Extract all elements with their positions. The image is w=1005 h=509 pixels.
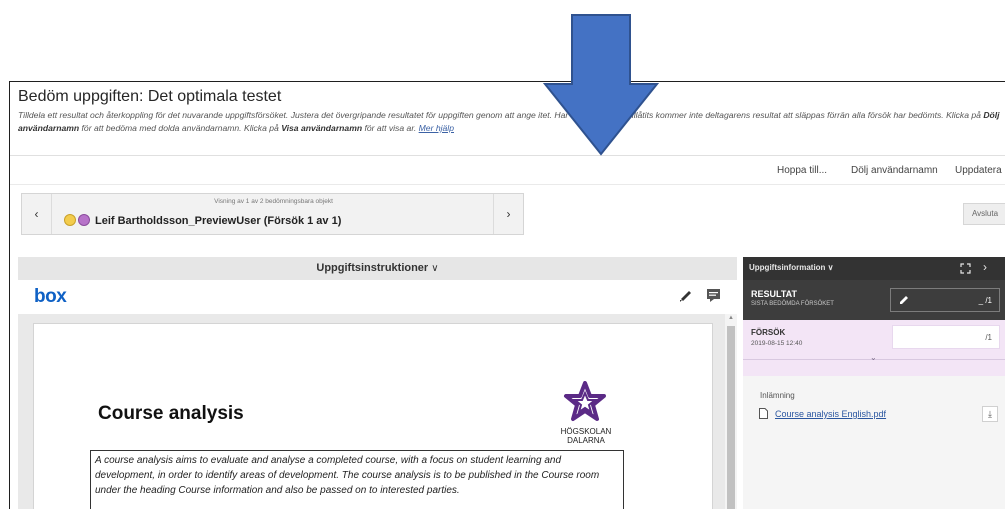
- hide-usernames-link[interactable]: Dölj användarnamn: [851, 165, 938, 176]
- submission-label: Inlämning: [760, 391, 795, 400]
- result-value: _ /1: [978, 296, 992, 305]
- hogskolan-dalarna-logo-icon: [564, 381, 606, 421]
- current-user: Leif Bartholdsson_PreviewUser (Försök 1 …: [64, 214, 341, 227]
- panel-header: Uppgiftsinformation ∨ ›: [743, 257, 1005, 280]
- user-attempt-label: Leif Bartholdsson_PreviewUser (Försök 1 …: [95, 215, 342, 227]
- document-canvas: Course analysis HÖGSKOLAN DALARNA A cour…: [18, 314, 737, 509]
- document-title: Course analysis: [98, 403, 244, 424]
- chevron-down-icon[interactable]: ⌄: [870, 353, 877, 362]
- pencil-icon[interactable]: [679, 289, 693, 303]
- result-section: RESULTAT SISTA BEDÖMDA FÖRSÖKET _ /1: [743, 280, 1005, 320]
- instructions-toggle[interactable]: Uppgiftsinstruktioner ∨: [18, 257, 737, 280]
- smiley-icon: [64, 214, 76, 226]
- attempt-label: FÖRSÖK: [751, 328, 786, 337]
- toolbar: Hoppa till... Dölj användarnamn Uppdater…: [10, 156, 1005, 184]
- chevron-down-icon: ∨: [431, 263, 439, 274]
- assignment-info-panel: Uppgiftsinformation ∨ › RESULTAT SISTA B…: [743, 257, 1005, 509]
- document-viewer: box Course analysis HÖGSKOLAN DALARNA A …: [18, 280, 737, 509]
- document-page: Course analysis HÖGSKOLAN DALARNA A cour…: [33, 323, 713, 509]
- page-description: Tilldela ett resultat och återkoppling f…: [18, 110, 1000, 133]
- result-sublabel: SISTA BEDÖMDA FÖRSÖKET: [751, 301, 834, 307]
- scroll-up-icon[interactable]: ▲: [728, 315, 734, 321]
- file-icon: [759, 408, 768, 419]
- finish-button[interactable]: Avsluta: [963, 203, 1005, 225]
- document-scrollbar[interactable]: ▲: [725, 314, 737, 509]
- down-arrow-annotation: [543, 14, 659, 156]
- user-avatar-icon: [78, 214, 90, 226]
- result-label: RESULTAT: [751, 289, 797, 299]
- scrollbar-thumb[interactable]: [727, 326, 735, 509]
- attempt-navigator: ‹ Visning av 1 av 2 bedömningsbara objek…: [21, 193, 524, 235]
- attempt-grade-input[interactable]: /1: [892, 325, 1000, 349]
- page-title: Bedöm uppgiften: Det optimala testet: [18, 88, 282, 105]
- divider: [10, 184, 1005, 185]
- attempt-date: 2019-08-15 12:40: [751, 340, 803, 347]
- update-link[interactable]: Uppdatera: [955, 165, 1002, 176]
- submission-file-link[interactable]: Course analysis English.pdf: [775, 409, 886, 419]
- next-attempt-button[interactable]: ›: [493, 194, 523, 234]
- comment-icon[interactable]: [706, 288, 721, 303]
- previous-attempt-button[interactable]: ‹: [22, 194, 52, 234]
- instructions-label: Uppgiftsinstruktioner: [316, 262, 429, 274]
- result-field[interactable]: _ /1: [890, 288, 1000, 312]
- jump-to-link[interactable]: Hoppa till...: [777, 165, 827, 176]
- item-count-text: Visning av 1 av 2 bedömningsbara objekt: [214, 198, 333, 205]
- expand-icon[interactable]: [960, 263, 971, 274]
- attempt-section[interactable]: FÖRSÖK 2019-08-15 12:40 /1 ⌄: [743, 320, 1005, 376]
- pencil-icon[interactable]: [899, 294, 910, 305]
- logo-text: HÖGSKOLAN DALARNA: [560, 427, 612, 445]
- document-intro-text: A course analysis aims to evaluate and a…: [90, 450, 624, 509]
- grading-page: Bedöm uppgiften: Det optimala testet Til…: [9, 81, 1005, 509]
- attempt-value: /1: [985, 333, 992, 342]
- box-logo: box: [34, 286, 67, 307]
- panel-title[interactable]: Uppgiftsinformation ∨: [749, 263, 834, 272]
- download-icon[interactable]: ⤓: [982, 406, 998, 422]
- help-link[interactable]: Mer hjälp: [419, 123, 454, 133]
- panel-next-icon[interactable]: ›: [983, 260, 987, 274]
